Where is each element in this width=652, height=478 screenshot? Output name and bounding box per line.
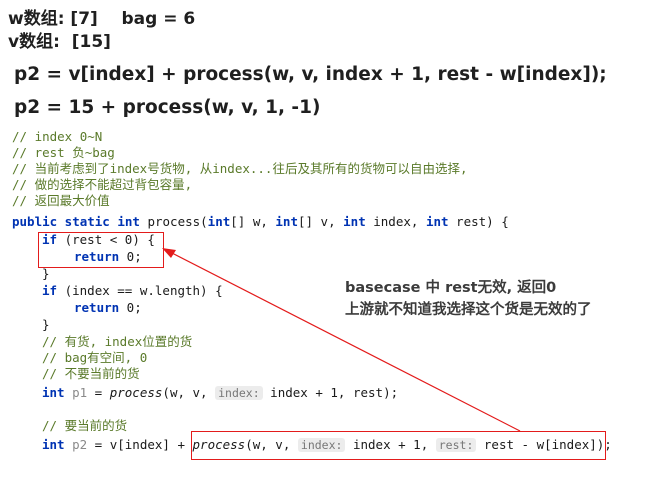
annotation-arrow bbox=[162, 248, 521, 432]
annotation-text: basecase 中 rest无效, 返回0 上游就不知道我选择这个货是无效的了 bbox=[345, 277, 592, 321]
annotation-line-1: basecase 中 rest无效, 返回0 bbox=[345, 280, 557, 296]
annotation-line-2: 上游就不知道我选择这个货是无效的了 bbox=[345, 302, 592, 318]
arrow-head bbox=[162, 248, 176, 258]
